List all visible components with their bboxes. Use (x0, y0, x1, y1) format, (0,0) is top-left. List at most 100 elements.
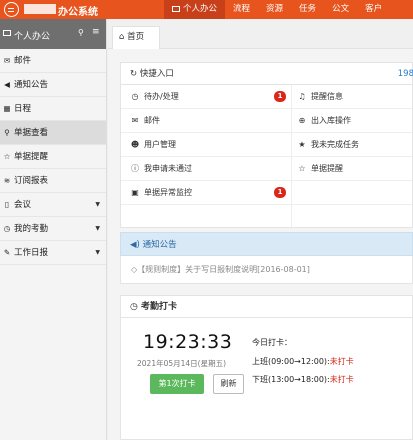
envelope-icon: ✉ (131, 116, 139, 125)
sidebar-item[interactable]: ☆ 单据提醒 (0, 145, 106, 169)
sidebar-item[interactable]: ▯ 会议 ▼ (0, 193, 106, 217)
quick-entry-item[interactable]: ⓘ 我申请未通过 (130, 157, 192, 181)
notice-header: ◀) 通知公告 (120, 232, 413, 256)
quick-entry-row: ✉ 邮件 ⊕ 出入库操作 (121, 109, 412, 133)
quick-entry-item[interactable]: ◷ 待办/处理 (130, 85, 179, 109)
quick-entry-item[interactable]: ▣ 单据异常监控 (130, 181, 192, 205)
sidebar-item[interactable]: ▦ 日程 (0, 97, 106, 121)
home-icon: ⌂ (119, 32, 125, 42)
calendar-icon: ▦ (3, 104, 11, 113)
refresh-icon: ↻ (130, 69, 138, 79)
nav-process[interactable]: 流程 (225, 0, 258, 19)
rss-icon: ≋ (3, 176, 11, 185)
sidebar-item[interactable]: ◷ 我的考勤 ▼ (0, 217, 106, 241)
nav-documents[interactable]: 公文 (324, 0, 357, 19)
quick-entry-row: ⓘ 我申请未通过 ☆ 单据提醒 (121, 157, 412, 181)
sidebar-item[interactable]: ✉ 邮件 (0, 49, 106, 73)
notice-item[interactable]: ◇【规则制度】关于写日报制度说明[2016-08-01] (120, 256, 413, 284)
notice-title: 通知公告 (142, 240, 177, 250)
chat-logo-icon (4, 2, 19, 17)
sidebar-item-label: 单据提醒 (14, 152, 49, 162)
attendance-panel: ◷ 考勤打卡 19:23:33 2021年05月14日(星期五) 第1次打卡 刷… (120, 295, 413, 440)
user-icon: ☻ (130, 140, 140, 149)
top-bar: 办公系统 个人办公 流程 资源 任务 公文 客户 (0, 0, 413, 19)
status-badge: 未打卡 (329, 375, 354, 384)
sidebar-header: 个人办公 ⚲ ≡ (0, 19, 106, 49)
refresh-button[interactable]: 刷新 (213, 374, 244, 394)
nav-personal-office[interactable]: 个人办公 (164, 0, 226, 19)
monitor-icon (172, 6, 180, 12)
sidebar: 个人办公 ⚲ ≡ ✉ 邮件 ◀ 通知公告 ▦ 日程 ⚲ 单据查看 ☆ 单据提醒 ≋ 订阅报表 ▯ 会议 ▼ ◷… (0, 19, 107, 440)
nav-resources[interactable]: 资源 (258, 0, 291, 19)
notice-panel: ◀) 通知公告 ◇【规则制度】关于写日报制度说明[2016-08-01] (120, 232, 413, 284)
current-time: 19:23:33 (143, 331, 233, 353)
caret-down-icon: ▼ (95, 249, 100, 256)
search-icon[interactable]: ⚲ (78, 28, 84, 37)
edit-icon: ✎ (3, 248, 11, 257)
plus-circle-icon: ⊕ (298, 116, 306, 125)
bookmark-icon: ▯ (4, 200, 10, 209)
star-icon: ★ (298, 140, 306, 149)
current-date: 2021年05月14日(星期五) (137, 359, 227, 368)
monitor-icon (3, 30, 11, 36)
shift-morning: 上班(09:00→12:00):未打卡 (252, 357, 354, 366)
sidebar-list: ✉ 邮件 ◀ 通知公告 ▦ 日程 ⚲ 单据查看 ☆ 单据提醒 ≋ 订阅报表 ▯ 会议 ▼ ◷ 我的考勤 ▼ ✎ 工作日… (0, 49, 106, 265)
caret-down-icon: ▼ (95, 201, 100, 208)
quick-entry-header: ↻ 快捷入口 198 (121, 63, 413, 85)
quick-entry-item[interactable]: ☻ 用户管理 (130, 133, 176, 157)
sidebar-item-label: 日程 (14, 104, 32, 114)
quick-entry-count: 198 (397, 69, 413, 79)
nav-tasks[interactable]: 任务 (291, 0, 324, 19)
attendance-title: 考勤打卡 (141, 302, 178, 312)
caret-down-icon: ▼ (95, 225, 100, 232)
speaker-icon: ◀ (4, 80, 10, 89)
quick-entry-row: ☻ 用户管理 ★ 我未完成任务 (121, 133, 412, 157)
tab-bar: ⌂ 首页 (108, 19, 413, 49)
clock-icon: ◷ (131, 92, 139, 101)
search-icon: ⚲ (4, 128, 10, 137)
bell-icon: ♫ (298, 92, 306, 101)
brand-redaction (24, 4, 56, 14)
clock-icon: ◷ (130, 302, 138, 312)
sidebar-item-label: 单据查看 (14, 128, 49, 138)
quick-entry-item[interactable]: ⊕ 出入库操作 (297, 109, 351, 133)
envelope-icon: ✉ (3, 56, 11, 65)
sidebar-item-label: 我的考勤 (14, 224, 49, 234)
sidebar-item[interactable]: ≋ 订阅报表 (0, 169, 106, 193)
status-badge: 未打卡 (329, 357, 354, 366)
punch-button[interactable]: 第1次打卡 (150, 374, 204, 394)
speaker-icon: ◀) (130, 240, 140, 250)
quick-entry-item[interactable]: ♫ 提醒信息 (297, 85, 343, 109)
tab-home[interactable]: ⌂ 首页 (112, 26, 160, 49)
sidebar-item-label: 工作日报 (14, 248, 49, 258)
quick-entry-title: 快捷入口 (139, 69, 174, 79)
main-content: ⌂ 首页 ↻ 快捷入口 198 ◷ 待办/处理 1 ♫ 提醒信息 ✉ 邮件 ⊕ 出入库操作 ☻ 用户… (108, 19, 413, 440)
quick-entry-item[interactable]: ★ 我未完成任务 (297, 133, 359, 157)
briefcase-icon: ▣ (131, 188, 139, 197)
shift-afternoon: 下班(13:00→18:00):未打卡 (252, 375, 354, 384)
sidebar-item[interactable]: ✎ 工作日报 ▼ (0, 241, 106, 265)
quick-entry-panel: ↻ 快捷入口 198 ◷ 待办/处理 1 ♫ 提醒信息 ✉ 邮件 ⊕ 出入库操作 ☻ 用户管理 ★ 我未… (120, 62, 413, 229)
main-nav: 个人办公 流程 资源 任务 公文 客户 (164, 0, 390, 19)
quick-entry-grid: ◷ 待办/处理 1 ♫ 提醒信息 ✉ 邮件 ⊕ 出入库操作 ☻ 用户管理 ★ 我未完成任务 ⓘ 我申请未通过… (121, 85, 412, 229)
quick-entry-item[interactable]: ✉ 邮件 (130, 109, 160, 133)
quick-entry-row: ▣ 单据异常监控 1 (121, 181, 412, 205)
sidebar-item[interactable]: ◀ 通知公告 (0, 73, 106, 97)
sidebar-item-label: 订阅报表 (14, 176, 49, 186)
clock-icon: ◷ (3, 224, 11, 233)
menu-icon[interactable]: ≡ (92, 27, 100, 37)
quick-entry-row: ◷ 待办/处理 1 ♫ 提醒信息 (121, 85, 412, 109)
sidebar-item[interactable]: ⚲ 单据查看 (0, 121, 106, 145)
sidebar-item-label: 会议 (14, 200, 32, 210)
today-punch-label: 今日打卡： (252, 338, 292, 347)
count-badge: 1 (274, 187, 286, 198)
attendance-header: ◷ 考勤打卡 (121, 296, 412, 318)
quick-entry-item[interactable]: ☆ 单据提醒 (297, 157, 343, 181)
nav-customers[interactable]: 客户 (357, 0, 390, 19)
info-icon: ⓘ (131, 164, 139, 173)
sidebar-item-label: 邮件 (14, 56, 32, 66)
app-title: 办公系统 (58, 7, 98, 18)
count-badge: 1 (274, 91, 286, 102)
sidebar-item-label: 通知公告 (14, 80, 49, 90)
star-outline-icon: ☆ (298, 164, 306, 173)
